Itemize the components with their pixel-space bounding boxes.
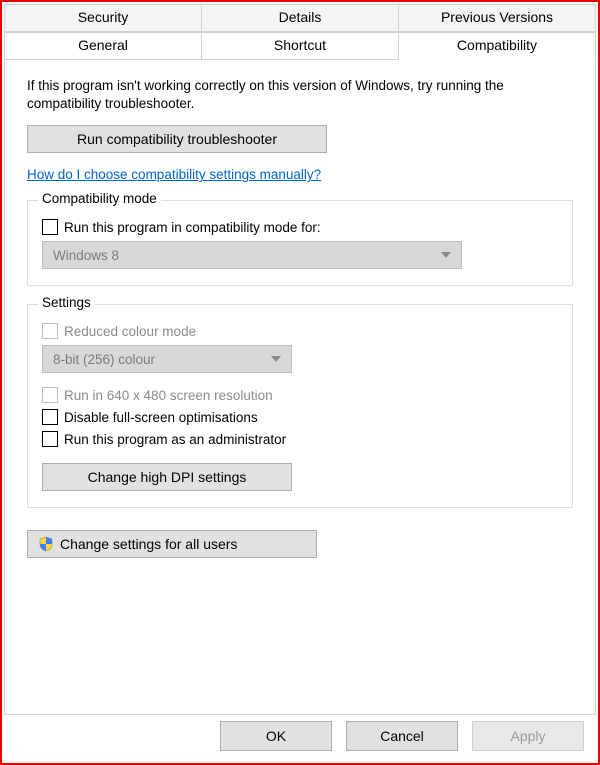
chevron-down-icon (271, 356, 281, 362)
group-settings: Settings Reduced colour mode 8-bit (256)… (27, 304, 573, 508)
check-run-admin[interactable] (42, 431, 58, 447)
tab-row-1: Security Details Previous Versions (4, 4, 596, 32)
tab-row-2: General Shortcut Compatibility (4, 32, 596, 60)
check-low-res (42, 387, 58, 403)
combo-compat-os[interactable]: Windows 8 (42, 241, 462, 269)
check-compat-mode-row: Run this program in compatibility mode f… (42, 219, 558, 235)
dialog-footer: OK Cancel Apply (220, 721, 584, 751)
change-all-users-label: Change settings for all users (60, 536, 237, 552)
tab-previous-versions[interactable]: Previous Versions (398, 4, 596, 32)
intro-text: If this program isn't working correctly … (27, 77, 573, 113)
check-disable-fullscreen-row: Disable full-screen optimisations (42, 409, 558, 425)
uac-shield-icon (38, 536, 54, 552)
tab-compatibility[interactable]: Compatibility (398, 32, 596, 60)
check-low-res-label: Run in 640 x 480 screen resolution (64, 388, 273, 403)
combo-colour-depth: 8-bit (256) colour (42, 345, 292, 373)
tab-shortcut[interactable]: Shortcut (201, 32, 399, 60)
properties-dialog: Security Details Previous Versions Gener… (0, 0, 600, 765)
ok-button[interactable]: OK (220, 721, 332, 751)
tab-security[interactable]: Security (4, 4, 202, 32)
cancel-button[interactable]: Cancel (346, 721, 458, 751)
compatibility-page: If this program isn't working correctly … (4, 59, 596, 715)
chevron-down-icon (441, 252, 451, 258)
check-disable-fullscreen[interactable] (42, 409, 58, 425)
check-reduced-colour-row: Reduced colour mode (42, 323, 558, 339)
combo-colour-depth-value: 8-bit (256) colour (53, 352, 155, 367)
check-low-res-row: Run in 640 x 480 screen resolution (42, 387, 558, 403)
apply-button: Apply (472, 721, 584, 751)
check-reduced-colour-label: Reduced colour mode (64, 324, 196, 339)
check-run-admin-row: Run this program as an administrator (42, 431, 558, 447)
change-dpi-button[interactable]: Change high DPI settings (42, 463, 292, 491)
run-troubleshooter-button[interactable]: Run compatibility troubleshooter (27, 125, 327, 153)
group-compat-mode-legend: Compatibility mode (38, 191, 161, 206)
group-compat-mode: Compatibility mode Run this program in c… (27, 200, 573, 286)
change-all-users-button[interactable]: Change settings for all users (27, 530, 317, 558)
check-run-admin-label: Run this program as an administrator (64, 432, 286, 447)
check-compat-mode-label: Run this program in compatibility mode f… (64, 220, 321, 235)
combo-compat-os-value: Windows 8 (53, 248, 119, 263)
check-reduced-colour (42, 323, 58, 339)
manual-settings-link[interactable]: How do I choose compatibility settings m… (27, 167, 321, 182)
tab-general[interactable]: General (4, 32, 202, 60)
tab-strip: Security Details Previous Versions Gener… (2, 2, 598, 60)
tab-details[interactable]: Details (201, 4, 399, 32)
check-compat-mode[interactable] (42, 219, 58, 235)
group-settings-legend: Settings (38, 295, 95, 310)
check-disable-fullscreen-label: Disable full-screen optimisations (64, 410, 258, 425)
